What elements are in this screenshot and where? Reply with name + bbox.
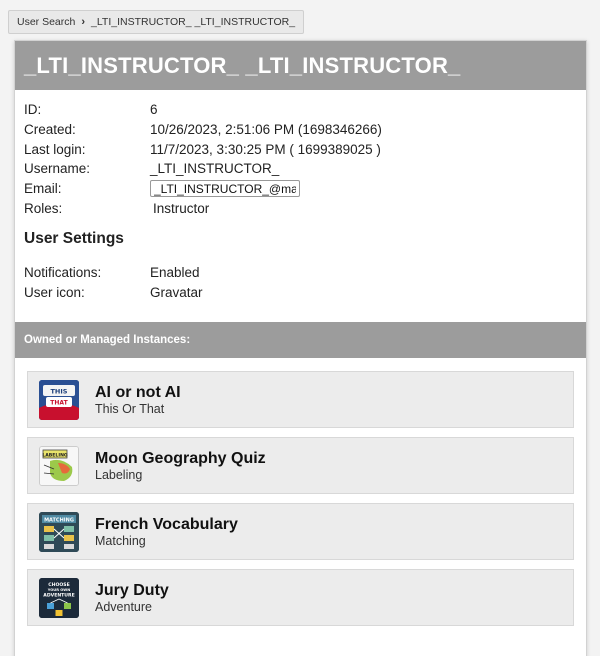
this-or-that-icon: THIS THAT — [39, 379, 79, 420]
instance-card[interactable]: LABELING Moon Geography Quiz Labeling — [27, 437, 574, 494]
id-row: ID: 6 — [24, 100, 577, 120]
username-row: Username: _LTI_INSTRUCTOR_ — [24, 159, 577, 179]
last-login-row: Last login: 11/7/2023, 3:30:25 PM ( 1699… — [24, 139, 577, 159]
roles-value: Instructor — [153, 200, 210, 216]
svg-text:ADVENTURE: ADVENTURE — [43, 592, 74, 598]
instance-type: Labeling — [95, 467, 143, 482]
last-login-value: 11/7/2023, 3:30:25 PM ( 1699389025 ) — [150, 141, 381, 157]
svg-text:THAT: THAT — [50, 399, 68, 406]
created-label: Created: — [24, 122, 76, 138]
notifications-value: Enabled — [150, 264, 200, 280]
user-panel: _LTI_INSTRUCTOR_ _LTI_INSTRUCTOR_ ID: 6 … — [14, 40, 587, 656]
id-value: 6 — [150, 102, 158, 118]
instance-name: Moon Geography Quiz — [95, 449, 266, 467]
adventure-icon: CHOOSE YOUR OWN ADVENTURE — [39, 577, 79, 618]
instance-type: This Or That — [95, 401, 165, 416]
user-icon-label: User icon: — [24, 284, 85, 300]
svg-text:THIS: THIS — [51, 387, 68, 395]
user-info: ID: 6 Created: 10/26/2023, 2:51:06 PM (1… — [15, 90, 586, 302]
username-value: _LTI_INSTRUCTOR_ — [150, 161, 280, 177]
roles-row: Roles: Instructor — [24, 198, 577, 218]
matching-icon: MATCHING — [39, 511, 79, 552]
chevron-right-icon: › — [81, 16, 86, 28]
notifications-label: Notifications: — [24, 264, 102, 280]
created-row: Created: 10/26/2023, 2:51:06 PM (1698346… — [24, 120, 577, 140]
svg-text:LABELING: LABELING — [42, 452, 68, 458]
created-value: 10/26/2023, 2:51:06 PM (1698346266) — [150, 122, 382, 138]
notifications-row: Notifications: Enabled — [24, 262, 577, 282]
roles-label: Roles: — [24, 200, 63, 216]
id-label: ID: — [24, 102, 42, 118]
svg-text:YOUR OWN: YOUR OWN — [47, 588, 71, 592]
instance-card[interactable]: THIS THAT AI or not AI This Or That — [27, 371, 574, 428]
last-login-label: Last login: — [24, 141, 86, 157]
instance-card[interactable]: MATCHING French Vocabulary Matching — [27, 503, 574, 560]
user-settings-heading: User Settings — [24, 230, 124, 248]
email-row: Email: — [24, 179, 577, 199]
instance-name: Jury Duty — [95, 581, 169, 599]
username-label: Username: — [24, 161, 91, 177]
user-icon-value: Gravatar — [150, 284, 203, 300]
instances-heading: Owned or Managed Instances: — [15, 322, 586, 358]
email-label: Email: — [24, 181, 62, 197]
breadcrumb-current: _LTI_INSTRUCTOR_ _LTI_INSTRUCTOR_ — [91, 16, 296, 28]
instance-type: Adventure — [95, 599, 152, 614]
breadcrumb: User Search › _LTI_INSTRUCTOR_ _LTI_INST… — [8, 10, 305, 34]
user-icon-row: User icon: Gravatar — [24, 282, 577, 302]
svg-text:MATCHING: MATCHING — [44, 517, 74, 523]
breadcrumb-link-user-search[interactable]: User Search — [17, 16, 75, 28]
instance-type: Matching — [95, 533, 146, 548]
email-field[interactable] — [150, 180, 300, 198]
instance-name: AI or not AI — [95, 383, 181, 401]
page-title: _LTI_INSTRUCTOR_ _LTI_INSTRUCTOR_ — [15, 41, 586, 90]
instance-list: THIS THAT AI or not AI This Or That LABE… — [27, 371, 574, 635]
labeling-icon: LABELING — [39, 445, 79, 486]
instance-name: French Vocabulary — [95, 515, 238, 533]
instance-card[interactable]: CHOOSE YOUR OWN ADVENTURE Jury Duty Adve… — [27, 569, 574, 626]
